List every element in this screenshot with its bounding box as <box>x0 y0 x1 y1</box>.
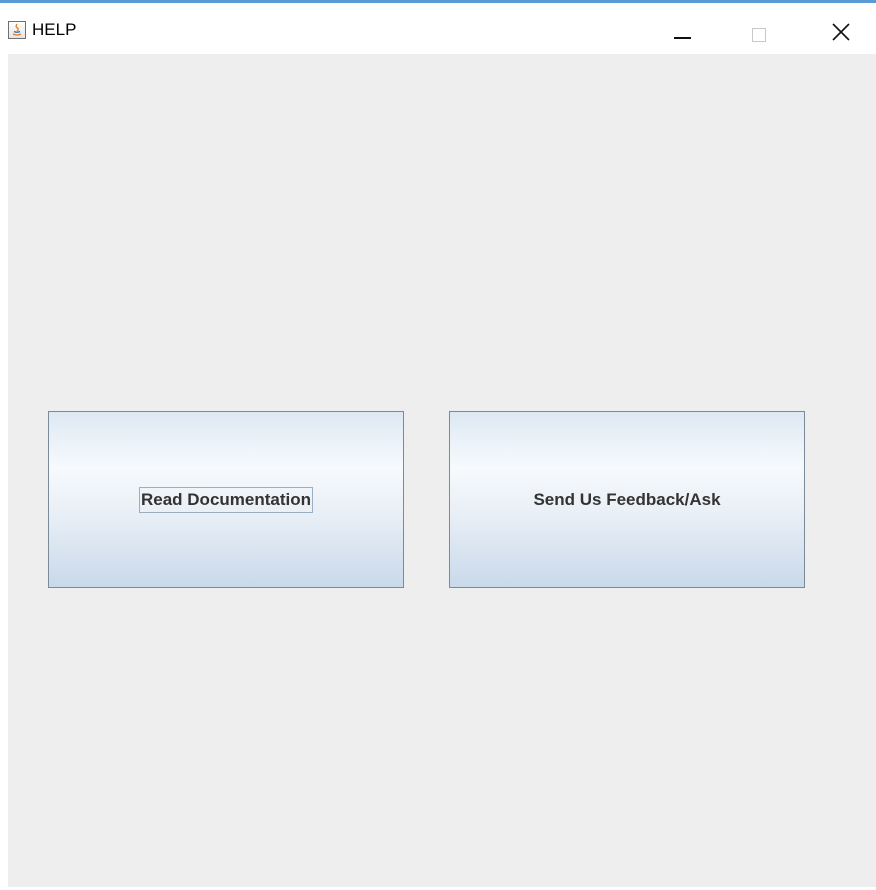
content-panel: Read Documentation Send Us Feedback/Ask <box>8 54 876 887</box>
close-button[interactable] <box>823 6 869 54</box>
maximize-button[interactable] <box>738 6 784 54</box>
help-window: HELP Read Documentation Send Us Feedback… <box>0 0 876 890</box>
read-documentation-button[interactable]: Read Documentation <box>48 411 404 588</box>
maximize-icon <box>752 28 766 42</box>
java-cup-icon[interactable] <box>8 21 26 39</box>
title-bar[interactable]: HELP <box>0 3 876 54</box>
window-title: HELP <box>32 20 77 39</box>
read-documentation-label: Read Documentation <box>138 486 314 513</box>
minimize-button[interactable] <box>662 6 708 54</box>
send-feedback-button[interactable]: Send Us Feedback/Ask <box>449 411 805 588</box>
minimize-icon <box>674 37 691 39</box>
close-icon <box>832 23 850 41</box>
send-feedback-label: Send Us Feedback/Ask <box>533 489 721 509</box>
